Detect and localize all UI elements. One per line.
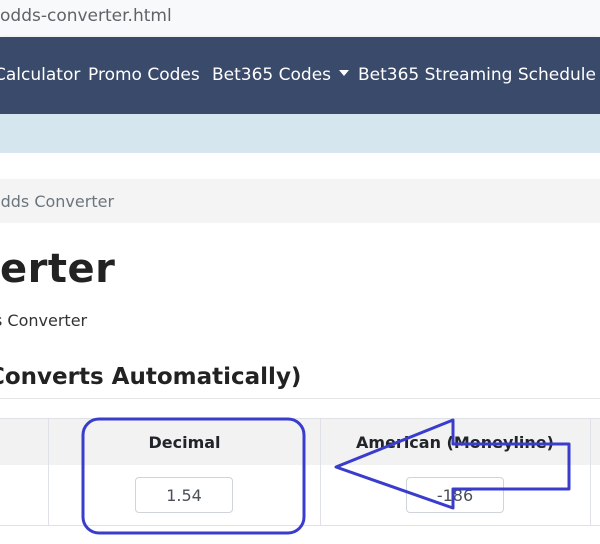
nav-item-calculator[interactable]: Calculator [0,65,80,85]
column-divider [590,418,591,526]
header-decimal: Decimal [148,433,221,452]
table-header-row: Decimal American (Moneyline) [0,418,600,466]
site-navbar: Calculator Promo Codes Bet365 Codes Bet3… [0,37,600,114]
column-divider [48,418,49,526]
url-text: odds-converter.html [0,6,172,26]
table-row [0,465,600,526]
nav-item-bet365-codes[interactable]: Bet365 Codes [212,65,350,85]
info-banner [0,114,600,153]
section-divider [0,398,600,399]
page-title: erter [0,246,116,292]
header-american: American (Moneyline) [356,433,554,452]
page-subtitle: s Converter [0,311,88,330]
breadcrumb: Odds Converter [0,179,600,223]
odds-table: Decimal American (Moneyline) [0,418,600,526]
nav-item-bet365-codes-label: Bet365 Codes [212,65,332,85]
breadcrumb-current: Odds Converter [0,192,115,211]
nav-item-streaming-schedule[interactable]: Bet365 Streaming Schedule [358,65,596,85]
section-title: Converts Automatically) [0,364,302,390]
american-odds-input[interactable] [406,477,504,513]
column-divider [320,418,321,526]
browser-url-bar[interactable]: odds-converter.html [0,0,600,38]
nav-item-promo-codes[interactable]: Promo Codes [88,65,200,85]
chevron-down-icon [339,70,350,76]
decimal-odds-input[interactable] [135,477,233,513]
